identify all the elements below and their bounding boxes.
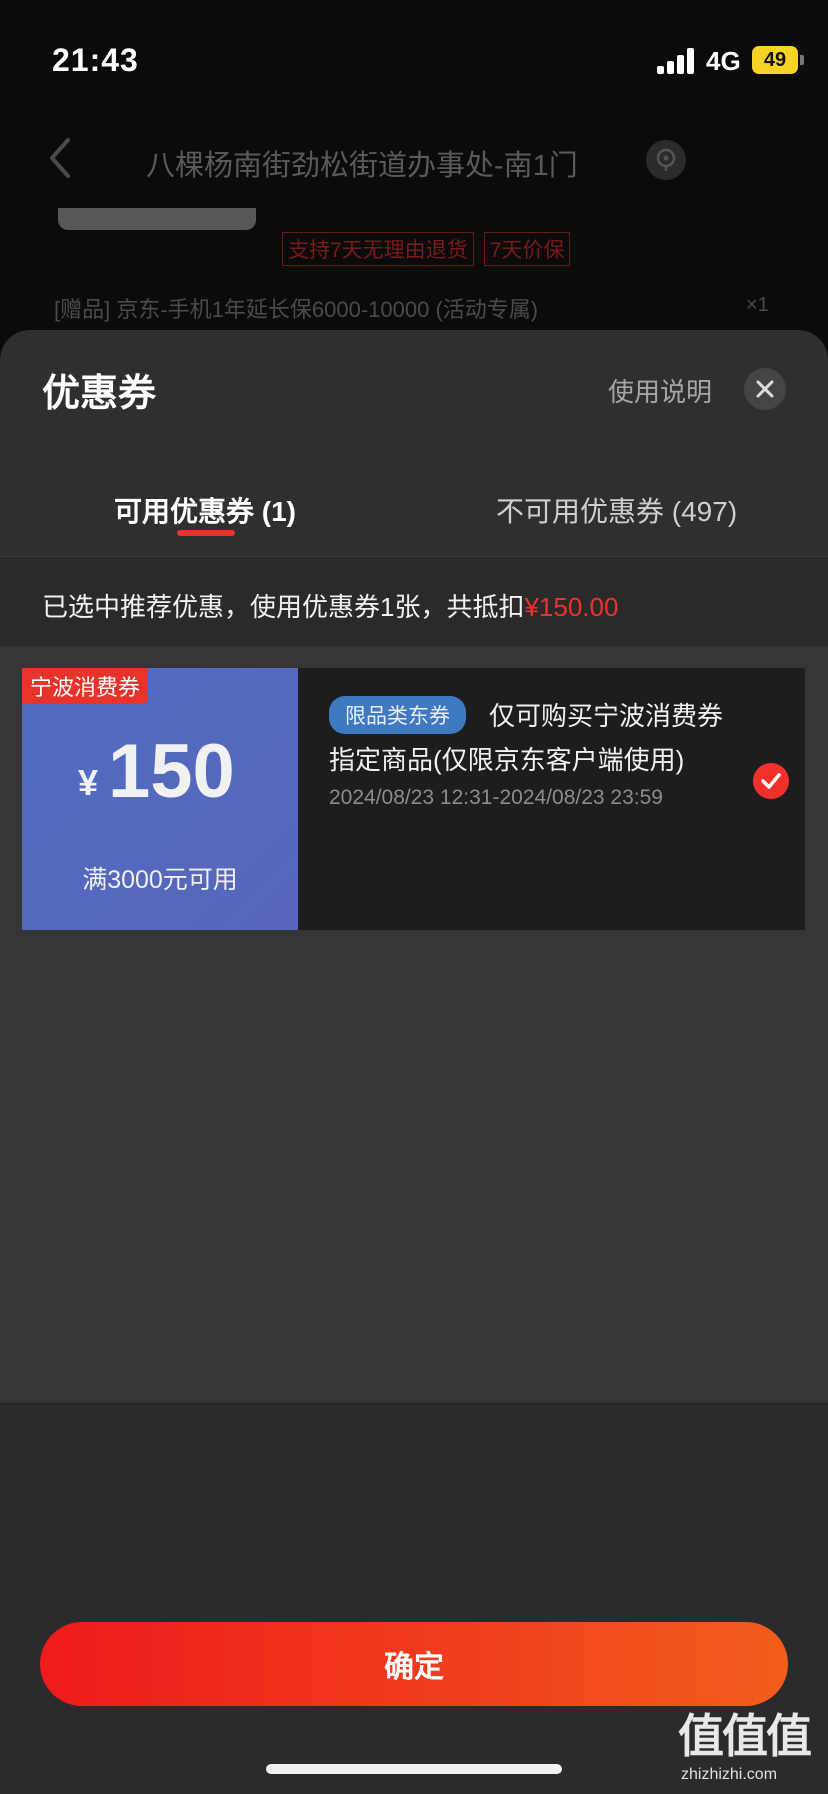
back-arrow-icon [50,138,70,178]
close-button[interactable] [744,368,786,410]
close-icon [756,380,774,398]
coupon-currency: ¥ [78,762,99,803]
tab-unavailable-coupons[interactable]: 不可用优惠券 (497) [496,490,737,530]
usage-instructions-link[interactable]: 使用说明 [608,372,712,409]
watermark-domain: zhizhizhi.com [681,1766,778,1783]
coupon-type-tag: 宁波消费券 [22,668,149,704]
coupon-description-line2: 指定商品(仅限京东客户端使用) [329,745,685,775]
battery-cap [800,55,804,65]
coupon-value: 150 [108,729,235,814]
coupon-value-panel: 宁波消费券 ¥ 150 满3000元可用 [22,668,298,930]
gift-line: [赠品] 京东-手机1年延长保6000-10000 (活动专属) [54,297,539,322]
confirm-button[interactable]: 确定 [40,1622,788,1706]
location-icon [646,140,686,180]
gift-quantity: ×1 [746,294,769,316]
summary-text: 已选中推荐优惠，使用优惠券1张，共抵扣¥150.00 [42,587,618,624]
service-tag: 支持7天无理由退货 [282,232,474,266]
summary-amount: ¥150.00 [524,592,619,622]
network-type: 4G [706,46,741,76]
coupon-valid-period: 2024/08/23 12:31-2024/08/23 23:59 [329,786,663,809]
selected-check-icon[interactable] [753,763,789,799]
delivery-address: 八棵杨南街劲松街道办事处-南1门 [146,150,578,182]
tab-available-coupons[interactable]: 可用优惠券 (1) [114,490,296,530]
active-tab-indicator [177,530,235,536]
battery-icon: 49 [752,46,798,74]
service-tag: 7天价保 [483,232,571,266]
site-watermark: 值值值 zhizhizhi.com [678,1700,828,1793]
coupon-scope-tag: 限品类东券 [329,696,466,734]
status-time: 21:43 [52,42,139,78]
home-indicator [266,1764,562,1774]
status-bar: 21:43 4G 49 [0,0,828,120]
signal-icon [657,48,697,74]
service-tags: 支持7天无理由退货 7天价保 [282,232,571,266]
coupon-condition: 满3000元可用 [82,866,238,894]
selection-summary: 已选中推荐优惠，使用优惠券1张，共抵扣¥150.00 [0,556,828,647]
summary-label: 已选中推荐优惠，使用优惠券1张，共抵扣 [42,592,525,622]
watermark-logo: 值值值 [678,1710,812,1762]
sheet-title: 优惠券 [42,373,157,415]
coupon-card[interactable]: 宁波消费券 ¥ 150 满3000元可用 限品类东券 仅可购买宁波消费券 指定商… [22,668,805,930]
product-thumbnail [58,208,256,230]
coupon-description: 仅可购买宁波消费券 [489,701,724,731]
